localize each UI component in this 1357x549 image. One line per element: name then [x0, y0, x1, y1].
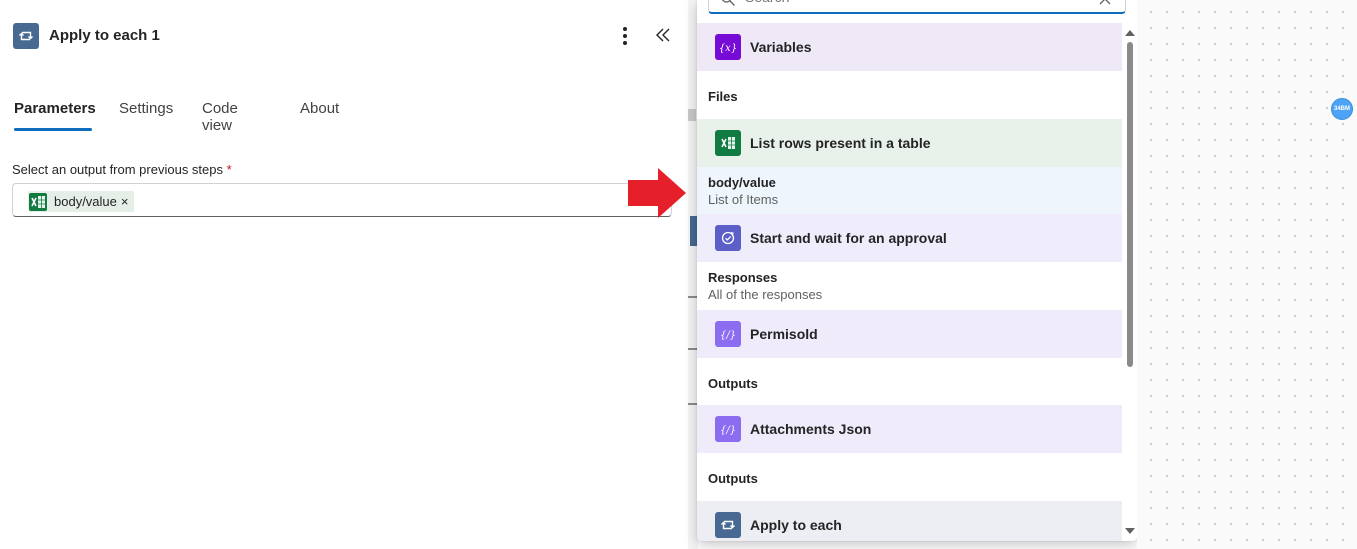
section-header: Files — [697, 83, 1122, 109]
output-item-description: All of the responses — [708, 287, 823, 302]
remove-token-button[interactable]: × — [121, 194, 129, 209]
action-settings-panel: Apply to each 1 Parameters Settings Code… — [0, 0, 688, 549]
action-item-apply-to-each[interactable]: Apply to each — [697, 501, 1122, 541]
loop-icon — [13, 23, 39, 49]
scroll-up-arrow-icon[interactable] — [1125, 30, 1135, 36]
search-icon — [721, 0, 735, 6]
svg-text:{x}: {x} — [720, 43, 736, 54]
action-item-attachments-json[interactable]: {/} Attachments Json — [697, 405, 1122, 453]
action-item-label: Permisold — [750, 326, 818, 342]
tab-parameters[interactable]: Parameters — [14, 92, 96, 132]
avatar[interactable]: 34BM — [1331, 98, 1353, 120]
dropdown-scrollbar[interactable] — [1122, 28, 1137, 541]
panel-header: Apply to each 1 — [0, 0, 688, 72]
search-input[interactable] — [745, 0, 1085, 5]
output-item-description: List of Items — [708, 192, 779, 207]
flow-canvas[interactable] — [1137, 0, 1357, 549]
variables-icon: {x} — [715, 34, 741, 60]
section-header-label: Outputs — [708, 471, 758, 486]
tab-settings[interactable]: Settings — [119, 92, 173, 132]
scroll-down-arrow-icon[interactable] — [1125, 528, 1135, 534]
section-header: Outputs — [697, 465, 1122, 491]
svg-text:{/}: {/} — [720, 425, 736, 436]
action-item-list-rows-present-in-a-table[interactable]: List rows present in a table — [697, 119, 1122, 167]
double-chevron-left-icon — [656, 28, 670, 42]
output-field-label: Select an output from previous steps * — [12, 162, 232, 177]
section-header-label: Files — [708, 89, 738, 104]
scrollbar-thumb[interactable] — [1127, 42, 1133, 367]
svg-text:{/}: {/} — [720, 330, 736, 341]
output-item-name: Responses — [708, 270, 778, 285]
action-item-variables[interactable]: {x} Variables — [697, 23, 1122, 71]
section-header-label: Outputs — [708, 376, 758, 391]
dynamic-content-token[interactable]: body/value × — [28, 191, 135, 212]
action-item-label: Start and wait for an approval — [750, 230, 947, 246]
excel-icon — [29, 192, 47, 211]
action-item-label: Attachments Json — [750, 421, 872, 437]
canvas-fragment — [688, 109, 696, 121]
search-field[interactable] — [708, 0, 1126, 14]
action-item-permisold[interactable]: {/} Permisold — [697, 310, 1122, 358]
dynamic-content-dropdown: {x} Variables Files List rows present in a … — [697, 0, 1137, 541]
tab-about[interactable]: About — [300, 92, 339, 132]
active-tab-indicator — [14, 128, 92, 131]
red-pointer-arrow-icon — [628, 168, 686, 218]
token-label: body/value — [54, 194, 117, 209]
close-icon[interactable] — [1099, 0, 1111, 5]
output-item-name: body/value — [708, 175, 776, 190]
more-options-button[interactable] — [614, 25, 636, 47]
output-token-input[interactable]: body/value × — [12, 183, 672, 217]
action-item-start-and-wait-for-an-approval[interactable]: Start and wait for an approval — [697, 214, 1122, 262]
collapse-panel-button[interactable] — [654, 24, 674, 46]
required-marker: * — [226, 162, 232, 177]
output-field-label-text: Select an output from previous steps — [12, 162, 224, 177]
approvals-icon — [715, 225, 741, 251]
tab-code-view[interactable]: Code view — [202, 92, 238, 134]
output-item-responses[interactable]: Responses All of the responses — [697, 262, 1122, 309]
loop-icon — [715, 512, 741, 538]
excel-icon — [715, 130, 741, 156]
compose-icon: {/} — [715, 416, 741, 442]
panel-title: Apply to each 1 — [49, 27, 160, 44]
action-item-label: List rows present in a table — [750, 135, 931, 151]
action-item-label: Apply to each — [750, 517, 842, 533]
compose-icon: {/} — [715, 321, 741, 347]
section-header: Outputs — [697, 370, 1122, 396]
action-item-label: Variables — [750, 39, 812, 55]
output-item-body-value[interactable]: body/value List of Items — [697, 167, 1122, 214]
